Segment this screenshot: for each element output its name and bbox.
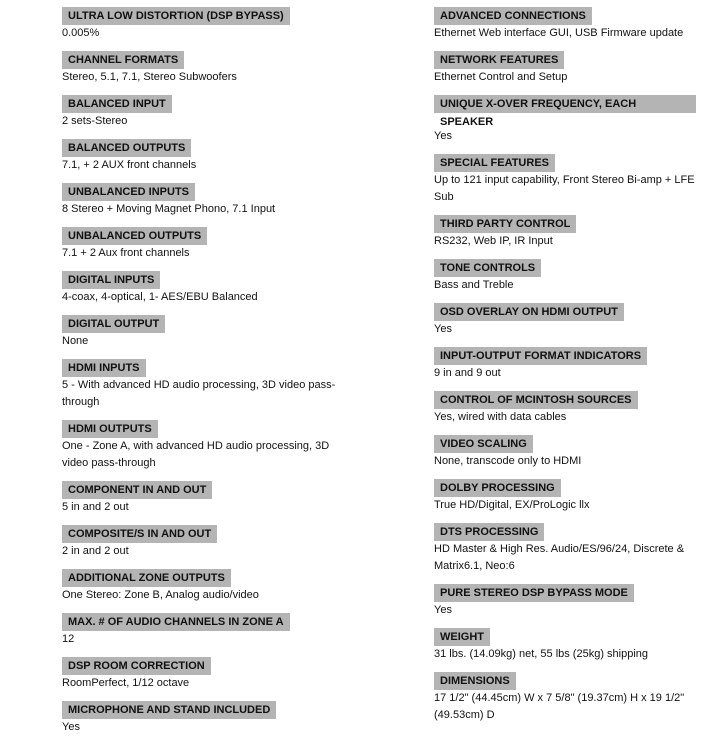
spec-label: TONE CONTROLS — [434, 259, 542, 277]
spec-label: MICROPHONE AND STAND INCLUDED — [62, 701, 277, 719]
spec-column-left: ULTRA LOW DISTORTION (DSP BYPASS) 0.005% C… — [62, 7, 344, 745]
spec-item: SPECIAL FEATURES Up to 121 input capabili… — [434, 154, 696, 206]
spec-item: TONE CONTROLS Bass and Treble — [434, 259, 696, 294]
spec-value: 9 in and 9 out — [434, 367, 501, 379]
spec-label: NETWORK FEATURES — [434, 51, 565, 69]
spec-label: UNBALANCED INPUTS — [62, 183, 195, 201]
spec-value: None — [62, 335, 89, 347]
spec-value: 2 sets-Stereo — [62, 115, 128, 127]
spec-item: WEIGHT 31 lbs. (14.09kg) net, 55 lbs (25k… — [434, 628, 696, 663]
spec-value: RoomPerfect, 1/12 octave — [62, 677, 190, 689]
spec-value: 31 lbs. (14.09kg) net, 55 lbs (25kg) shi… — [434, 648, 649, 660]
spec-item: DIGITAL INPUTS 4-coax, 4-optical, 1- AES/… — [62, 271, 344, 306]
spec-item: DTS PROCESSING HD Master & High Res. Audi… — [434, 523, 696, 575]
spec-label: ULTRA LOW DISTORTION (DSP BYPASS) — [62, 7, 290, 25]
spec-item: COMPONENT IN AND OUT 5 in and 2 out — [62, 481, 344, 516]
spec-label: HDMI OUTPUTS — [62, 420, 158, 438]
spec-value: 2 in and 2 out — [62, 545, 129, 557]
spec-value: One - Zone A, with advanced HD audio pro… — [62, 440, 330, 469]
spec-item: HDMI OUTPUTS One - Zone A, with advanced … — [62, 420, 344, 472]
spec-value: 5 in and 2 out — [62, 501, 129, 513]
spec-item: VIDEO SCALING None, transcode only to HDM… — [434, 435, 696, 470]
spec-value: 0.005% — [62, 27, 100, 39]
spec-value: Yes — [434, 604, 452, 616]
spec-item: ADVANCED CONNECTIONS Ethernet Web interfa… — [434, 7, 696, 42]
spec-item: CONTROL OF MCINTOSH SOURCES Yes, wired wi… — [434, 391, 696, 426]
spec-value: True HD/Digital, EX/ProLogic llx — [434, 499, 590, 511]
spec-item: DIGITAL OUTPUT None — [62, 315, 344, 350]
spec-value: RS232, Web IP, IR Input — [434, 235, 553, 247]
spec-label: WEIGHT — [434, 628, 490, 646]
spec-value: 7.1 + 2 Aux front channels — [62, 247, 190, 259]
spec-label: ADDITIONAL ZONE OUTPUTS — [62, 569, 231, 587]
spec-label: DIGITAL INPUTS — [62, 271, 161, 289]
spec-item: BALANCED INPUT 2 sets-Stereo — [62, 95, 344, 130]
spec-label: CHANNEL FORMATS — [62, 51, 185, 69]
spec-label: CONTROL OF MCINTOSH SOURCES — [434, 391, 638, 409]
spec-value: 8 Stereo + Moving Magnet Phono, 7.1 Inpu… — [62, 203, 276, 215]
spec-label: UNIQUE X-OVER FREQUENCY, EACH SPEAKER — [434, 95, 696, 128]
spec-label: OSD OVERLAY ON HDMI OUTPUT — [434, 303, 624, 321]
spec-label: HDMI INPUTS — [62, 359, 146, 377]
spec-item: UNIQUE X-OVER FREQUENCY, EACH SPEAKER Yes — [434, 95, 696, 145]
spec-item: UNBALANCED OUTPUTS 7.1 + 2 Aux front chan… — [62, 227, 344, 262]
spec-label: SPECIAL FEATURES — [434, 154, 555, 172]
spec-item: COMPOSITE/S IN AND OUT 2 in and 2 out — [62, 525, 344, 560]
spec-value: 5 - With advanced HD audio processing, 3… — [62, 379, 336, 408]
spec-item: MAX. # OF AUDIO CHANNELS IN ZONE A 12 — [62, 613, 344, 648]
spec-item: DIMENSIONS 17 1/2" (44.45cm) W x 7 5/8" (… — [434, 672, 696, 724]
spec-label: DIMENSIONS — [434, 672, 516, 690]
spec-label: COMPOSITE/S IN AND OUT — [62, 525, 218, 543]
spec-label: DIGITAL OUTPUT — [62, 315, 166, 333]
spec-label: UNBALANCED OUTPUTS — [62, 227, 208, 245]
spec-item: OSD OVERLAY ON HDMI OUTPUT Yes — [434, 303, 696, 338]
spec-label: DOLBY PROCESSING — [434, 479, 561, 497]
spec-label: DTS PROCESSING — [434, 523, 545, 541]
spec-label: MAX. # OF AUDIO CHANNELS IN ZONE A — [62, 613, 290, 631]
spec-label: VIDEO SCALING — [434, 435, 533, 453]
spec-column-right: ADVANCED CONNECTIONS Ethernet Web interfa… — [434, 7, 696, 733]
spec-label: BALANCED INPUT — [62, 95, 172, 113]
spec-value: 4-coax, 4-optical, 1- AES/EBU Balanced — [62, 291, 258, 303]
spec-label: BALANCED OUTPUTS — [62, 139, 192, 157]
spec-value: Ethernet Web interface GUI, USB Firmware… — [434, 27, 684, 39]
spec-value: Yes, wired with data cables — [434, 411, 567, 423]
spec-value: HD Master & High Res. Audio/ES/96/24, Di… — [434, 543, 685, 572]
spec-label: ADVANCED CONNECTIONS — [434, 7, 592, 25]
spec-label: THIRD PARTY CONTROL — [434, 215, 577, 233]
spec-value: Yes — [62, 721, 80, 733]
spec-item: PURE STEREO DSP BYPASS MODE Yes — [434, 584, 696, 619]
spec-value: Bass and Treble — [434, 279, 514, 291]
spec-item: MICROPHONE AND STAND INCLUDED Yes — [62, 701, 344, 736]
spec-value: One Stereo: Zone B, Analog audio/video — [62, 589, 259, 601]
spec-value: Ethernet Control and Setup — [434, 71, 568, 83]
spec-value: Up to 121 input capability, Front Stereo… — [434, 174, 695, 203]
spec-value: Yes — [434, 323, 452, 335]
spec-label: INPUT-OUTPUT FORMAT INDICATORS — [434, 347, 648, 365]
spec-item: THIRD PARTY CONTROL RS232, Web IP, IR Inp… — [434, 215, 696, 250]
spec-value: 7.1, + 2 AUX front channels — [62, 159, 197, 171]
spec-item: NETWORK FEATURES Ethernet Control and Set… — [434, 51, 696, 86]
spec-item: ADDITIONAL ZONE OUTPUTS One Stereo: Zone … — [62, 569, 344, 604]
spec-item: INPUT-OUTPUT FORMAT INDICATORS 9 in and 9… — [434, 347, 696, 382]
spec-value: 17 1/2" (44.45cm) W x 7 5/8" (19.37cm) H… — [434, 692, 685, 721]
spec-label: PURE STEREO DSP BYPASS MODE — [434, 584, 634, 602]
spec-item: DOLBY PROCESSING True HD/Digital, EX/ProL… — [434, 479, 696, 514]
spec-item: BALANCED OUTPUTS 7.1, + 2 AUX front chann… — [62, 139, 344, 174]
spec-item: DSP ROOM CORRECTION RoomPerfect, 1/12 oct… — [62, 657, 344, 692]
spec-item: ULTRA LOW DISTORTION (DSP BYPASS) 0.005% — [62, 7, 344, 42]
spec-value: Stereo, 5.1, 7.1, Stereo Subwoofers — [62, 71, 237, 83]
spec-value: None, transcode only to HDMI — [434, 455, 582, 467]
spec-item: CHANNEL FORMATS Stereo, 5.1, 7.1, Stereo … — [62, 51, 344, 86]
spec-label: DSP ROOM CORRECTION — [62, 657, 211, 675]
spec-value: 12 — [62, 633, 75, 645]
spec-item: UNBALANCED INPUTS 8 Stereo + Moving Magne… — [62, 183, 344, 218]
spec-label: COMPONENT IN AND OUT — [62, 481, 213, 499]
spec-item: HDMI INPUTS 5 - With advanced HD audio pr… — [62, 359, 344, 411]
